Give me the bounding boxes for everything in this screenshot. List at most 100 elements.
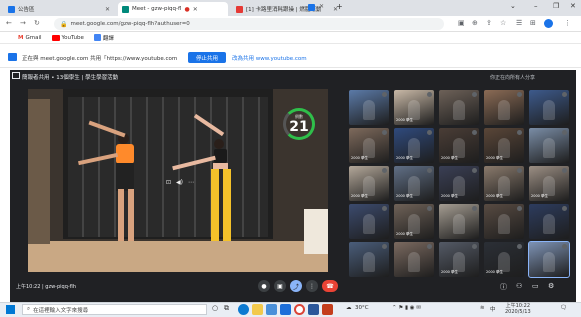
new-tab-icon[interactable]: +: [336, 2, 343, 11]
taskbar-search[interactable]: ⌕ 在這裡輸入文字來搜尋: [22, 304, 207, 315]
windows-start-icon[interactable]: [6, 305, 15, 314]
weather-temp[interactable]: 30°C: [355, 305, 369, 311]
ime-icon[interactable]: 中: [490, 305, 496, 313]
participant-tile[interactable]: [528, 241, 570, 278]
participant-tile[interactable]: [529, 128, 569, 163]
url-text: meet.google.com/gzw-piqq-flh?authuser=0: [70, 21, 190, 27]
participant-figure: [498, 176, 510, 196]
bookmark-star-icon[interactable]: ☆: [500, 19, 506, 27]
participant-tile[interactable]: 2000 學生: [529, 166, 569, 201]
participant-tile[interactable]: 2000 學生: [439, 128, 479, 163]
maximize-icon[interactable]: ❐: [553, 2, 559, 10]
edge-icon[interactable]: [238, 304, 249, 315]
weather-icon[interactable]: ☁: [346, 305, 352, 311]
close-tab-icon[interactable]: ✕: [319, 3, 324, 10]
store-icon[interactable]: [266, 304, 277, 315]
close-tab-icon[interactable]: ✕: [105, 6, 110, 13]
bookmark-gmail[interactable]: M Gmail: [18, 35, 42, 41]
participant-tile[interactable]: 2000 學生: [394, 166, 434, 201]
info-icon[interactable]: ⓘ: [500, 282, 507, 292]
close-tab-icon[interactable]: ✕: [193, 6, 198, 13]
meeting-info[interactable]: 上午10:22 | gzw-piqq-flh: [16, 283, 76, 290]
participant-tile[interactable]: 2000 學生: [439, 166, 479, 201]
muted-mic-icon: [472, 130, 477, 135]
participant-tile[interactable]: 2000 學生: [394, 128, 434, 163]
minimize-icon[interactable]: –: [534, 2, 538, 10]
menu-icon[interactable]: ⋮: [564, 19, 571, 27]
chrome-icon[interactable]: [294, 304, 305, 315]
pin-icon[interactable]: ⊡: [166, 179, 171, 186]
powerpoint-icon[interactable]: [322, 304, 333, 315]
switch-share-button[interactable]: 改為共用 www.youtube.com: [232, 54, 307, 62]
muted-mic-icon: [427, 206, 432, 211]
participant-tile[interactable]: 2000 學生: [484, 242, 524, 277]
tab-2[interactable]: [1] 卡路里消耗跟操 | 燃脂運動 ✕: [232, 2, 342, 16]
chat-icon[interactable]: ▭: [532, 282, 539, 290]
bookmark-translate[interactable]: 翻譯: [93, 34, 114, 42]
camera-button[interactable]: ▣: [274, 280, 286, 292]
tab-square-icon: [308, 4, 315, 11]
participant-figure: [498, 214, 510, 234]
participant-name: 2000 學生: [441, 270, 459, 274]
participant-tile[interactable]: [394, 242, 434, 277]
participant-tile[interactable]: [484, 90, 524, 125]
participant-tile[interactable]: 2000 學生: [394, 90, 434, 125]
activities-icon[interactable]: ⚙: [548, 282, 554, 290]
file-explorer-icon[interactable]: [252, 304, 263, 315]
muted-mic-icon: [427, 168, 432, 173]
participant-tile[interactable]: [439, 90, 479, 125]
participant-tile[interactable]: [439, 204, 479, 239]
instructor-shorts: [116, 163, 134, 191]
participant-name: 2000 學生: [396, 194, 414, 198]
tab-0[interactable]: 公告區 ✕: [4, 2, 114, 16]
participant-tile[interactable]: [349, 90, 389, 125]
more-options-button[interactable]: ⋮: [306, 280, 318, 292]
participant-tile[interactable]: 2000 學生: [484, 166, 524, 201]
more-icon[interactable]: ⋯: [188, 179, 194, 186]
forward-icon[interactable]: →: [20, 19, 26, 27]
back-icon[interactable]: ←: [6, 19, 12, 27]
volume-icon[interactable]: ◀): [176, 179, 183, 186]
participant-tile[interactable]: [349, 242, 389, 277]
tray-icons[interactable]: ⌃ ⚑ ▮ ◉ ✉: [392, 305, 421, 311]
participant-tile[interactable]: 2000 學生: [394, 204, 434, 239]
task-view-icon[interactable]: ⧉: [224, 304, 229, 313]
wifi-icon[interactable]: ≋: [480, 305, 485, 311]
people-icon[interactable]: ⚇: [516, 282, 522, 290]
participant-name: 2000 學生: [396, 118, 414, 122]
participant-tile[interactable]: [349, 204, 389, 239]
bookmark-youtube[interactable]: YouTube: [51, 34, 84, 41]
cortana-icon[interactable]: ○: [212, 304, 218, 312]
participant-figure: [543, 138, 555, 158]
reload-icon[interactable]: ↻: [34, 19, 40, 27]
camera-icon[interactable]: ▣: [458, 19, 465, 27]
close-window-icon[interactable]: ✕: [570, 2, 576, 10]
tab-search-icon[interactable]: ⌄: [510, 2, 516, 10]
present-button[interactable]: ⤴: [290, 280, 302, 292]
address-bar[interactable]: 🔒 meet.google.com/gzw-piqq-flh?authuser=…: [54, 18, 444, 30]
participant-tile[interactable]: [529, 204, 569, 239]
word-icon[interactable]: [308, 304, 319, 315]
leave-call-button[interactable]: ☎: [322, 280, 338, 292]
profile-avatar[interactable]: [544, 19, 553, 28]
participant-tile[interactable]: 2000 學生: [484, 128, 524, 163]
mic-button[interactable]: ●: [258, 280, 270, 292]
zoom-icon[interactable]: ⊕: [472, 19, 478, 27]
participant-tile[interactable]: 2000 學生: [439, 242, 479, 277]
extensions-icon[interactable]: ⊞: [530, 19, 536, 27]
shared-video[interactable]: ⊡ ◀) ⋯: [28, 89, 328, 272]
participant-tile[interactable]: [529, 90, 569, 125]
muted-mic-icon: [472, 244, 477, 249]
participant-name: 2000 學生: [531, 194, 549, 198]
share-icon[interactable]: ⇪: [486, 19, 492, 27]
clock[interactable]: 上午10:22 2020/5/13: [505, 303, 531, 315]
participant-tile[interactable]: [484, 204, 524, 239]
tab-1[interactable]: Meet - gzw-piqq-fl ● ✕: [118, 2, 228, 16]
mail-icon[interactable]: [280, 304, 291, 315]
stop-sharing-button[interactable]: 停止共用: [188, 52, 226, 63]
participant-tile[interactable]: 2000 學生: [349, 128, 389, 163]
reading-list-icon[interactable]: ☰: [516, 19, 522, 27]
notification-icon[interactable]: 🗨: [560, 305, 567, 311]
muted-mic-icon: [427, 244, 432, 249]
participant-tile[interactable]: 2000 學生: [349, 166, 389, 201]
